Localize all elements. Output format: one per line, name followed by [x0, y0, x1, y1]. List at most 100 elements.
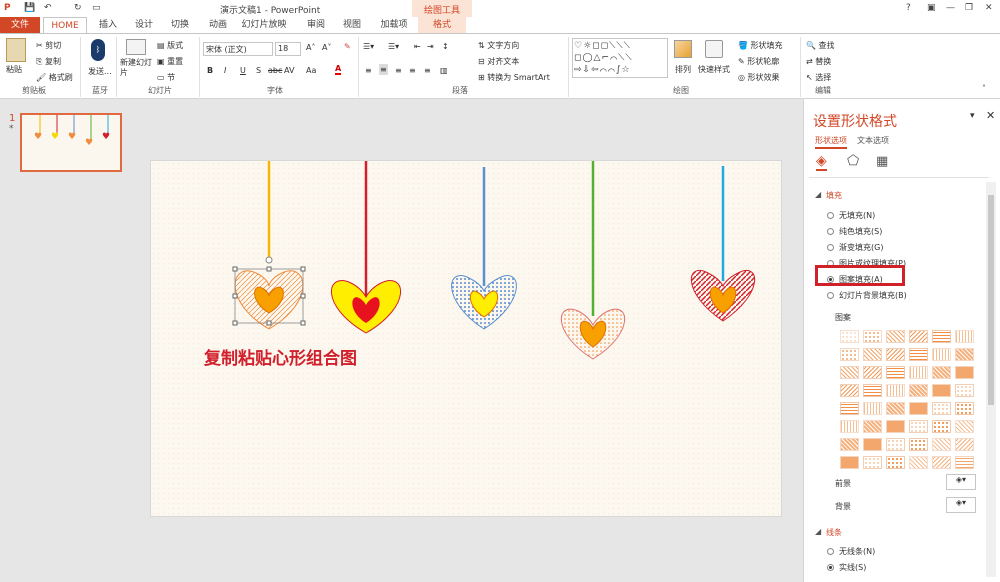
pattern-swatch[interactable]	[863, 330, 882, 343]
bullets-icon[interactable]: ☰▾	[363, 42, 374, 51]
pattern-swatch[interactable]	[886, 402, 905, 415]
shape-effects-button[interactable]: ◎ 形状效果	[738, 72, 780, 83]
pattern-swatch[interactable]	[909, 348, 928, 361]
pattern-swatch[interactable]	[955, 438, 974, 451]
ribbon-display-icon[interactable]: ▣	[927, 3, 936, 13]
pattern-swatch[interactable]	[932, 402, 951, 415]
help-button[interactable]: ?	[906, 3, 911, 13]
pattern-swatch[interactable]	[932, 456, 951, 469]
pattern-swatch[interactable]	[840, 366, 859, 379]
pattern-swatch[interactable]	[955, 348, 974, 361]
pattern-swatch[interactable]	[955, 384, 974, 397]
tab-view[interactable]: 视图	[338, 17, 366, 34]
font-name-select[interactable]: 宋体 (正文)	[203, 42, 273, 56]
pattern-swatch[interactable]	[863, 438, 882, 451]
align-right-icon[interactable]: ≡	[395, 66, 402, 75]
pattern-swatch[interactable]	[886, 438, 905, 451]
slide-canvas[interactable]	[150, 160, 782, 517]
pattern-swatch[interactable]	[886, 420, 905, 433]
shape-outline-button[interactable]: ✎ 形状轮廓	[738, 56, 779, 67]
redo-icon[interactable]: ↻	[74, 3, 82, 13]
pattern-swatch[interactable]	[886, 330, 905, 343]
pattern-swatch[interactable]	[909, 420, 928, 433]
pattern-swatch[interactable]	[863, 366, 882, 379]
close-button[interactable]: ✕	[985, 3, 993, 13]
option-solid-line[interactable]: 实线(S)	[839, 562, 866, 573]
minimize-button[interactable]: —	[946, 3, 955, 13]
pattern-swatch[interactable]	[886, 456, 905, 469]
pattern-swatch[interactable]	[955, 330, 974, 343]
grow-font-icon[interactable]: A˄	[306, 43, 315, 52]
pattern-swatch[interactable]	[840, 348, 859, 361]
layout-button[interactable]: ▤ 版式	[157, 40, 183, 51]
shape-fill-button[interactable]: 🪣 形状填充	[738, 40, 783, 51]
pattern-swatch[interactable]	[955, 366, 974, 379]
tab-file[interactable]: 文件	[0, 17, 40, 34]
pattern-swatch[interactable]	[886, 348, 905, 361]
convert-smartart-button[interactable]: ⊞ 转换为 SmartArt	[478, 72, 550, 83]
numbering-icon[interactable]: ☰▾	[388, 42, 399, 51]
pattern-swatch[interactable]	[909, 366, 928, 379]
background-color-button[interactable]: ◈▾	[946, 497, 976, 513]
underline-button[interactable]: U	[240, 66, 246, 75]
justify-icon[interactable]: ≡	[409, 66, 416, 75]
font-size-select[interactable]: 18	[275, 42, 301, 56]
font-color-button[interactable]: A	[335, 64, 342, 75]
pattern-swatch[interactable]	[863, 384, 882, 397]
section-button[interactable]: ▭ 节	[157, 72, 175, 83]
pattern-swatch[interactable]	[932, 438, 951, 451]
replace-button[interactable]: ⇄ 替换	[806, 56, 831, 67]
pattern-swatch[interactable]	[863, 348, 882, 361]
decrease-indent-icon[interactable]: ⇤	[414, 42, 421, 51]
pattern-swatch[interactable]	[932, 366, 951, 379]
arrange-button[interactable]: 排列	[675, 64, 691, 75]
format-painter-button[interactable]: 🖌 格式刷	[36, 72, 73, 83]
pattern-swatch[interactable]	[886, 384, 905, 397]
radio-no-fill[interactable]	[827, 212, 834, 219]
find-button[interactable]: 🔍 查找	[806, 40, 835, 51]
select-button[interactable]: ↖ 选择	[806, 72, 831, 83]
paste-button[interactable]: 粘贴	[6, 64, 22, 75]
pattern-swatch[interactable]	[840, 420, 859, 433]
shrink-font-icon[interactable]: A˅	[322, 43, 331, 52]
shapes-gallery[interactable]: ♡☼◻◻⟍⟍⟍ ◻◯△⌐⌒⟍⟍ ⇨⇩⇦⌒⌒∫☆	[572, 38, 668, 78]
radio-solid-line[interactable]	[827, 564, 834, 571]
align-left-icon[interactable]: ≡	[365, 66, 372, 75]
option-gradient-fill[interactable]: 渐变填充(G)	[839, 242, 883, 253]
restore-button[interactable]: ❐	[965, 3, 973, 13]
pattern-swatch[interactable]	[909, 330, 928, 343]
tab-format[interactable]: 格式	[418, 17, 466, 34]
slide-title-text[interactable]: 复制粘贴心形组合图	[204, 344, 357, 369]
foreground-color-button[interactable]: ◈▾	[946, 474, 976, 490]
radio-solid-fill[interactable]	[827, 228, 834, 235]
pattern-swatch[interactable]	[863, 420, 882, 433]
pattern-swatch[interactable]	[932, 420, 951, 433]
pattern-swatch[interactable]	[840, 438, 859, 451]
quick-styles-button[interactable]: 快速样式	[698, 64, 730, 75]
reset-button[interactable]: ▣ 重置	[157, 56, 183, 67]
line-spacing-icon[interactable]: ↕	[442, 42, 449, 51]
strikethrough-button[interactable]: abc	[268, 66, 282, 75]
canvas-scrollbar[interactable]	[786, 99, 800, 582]
pattern-swatch[interactable]	[840, 402, 859, 415]
tab-shape-options[interactable]: 形状选项	[815, 135, 847, 149]
tab-transitions[interactable]: 切换	[166, 17, 194, 34]
option-slide-background-fill[interactable]: 幻灯片背景填充(B)	[839, 290, 907, 301]
pattern-swatch[interactable]	[932, 348, 951, 361]
increase-indent-icon[interactable]: ⇥	[427, 42, 434, 51]
fill-line-icon[interactable]: ◈	[816, 153, 827, 171]
option-no-fill[interactable]: 无填充(N)	[839, 210, 875, 221]
pattern-swatch[interactable]	[840, 456, 859, 469]
effects-pentagon-icon[interactable]: ⬠	[847, 153, 859, 169]
bold-button[interactable]: B	[207, 66, 213, 75]
pattern-swatch[interactable]	[955, 456, 974, 469]
start-from-beginning-icon[interactable]: ▭	[92, 3, 101, 13]
undo-icon[interactable]: ↶	[44, 3, 52, 13]
pattern-swatch[interactable]	[840, 330, 859, 343]
pattern-swatch[interactable]	[955, 420, 974, 433]
shadow-button[interactable]: S	[256, 66, 261, 75]
close-pane-icon[interactable]: ✕	[986, 109, 995, 122]
pane-scroll-thumb[interactable]	[988, 195, 994, 405]
tab-slideshow[interactable]: 幻灯片放映	[236, 17, 292, 34]
tab-addins[interactable]: 加载项	[374, 17, 414, 34]
